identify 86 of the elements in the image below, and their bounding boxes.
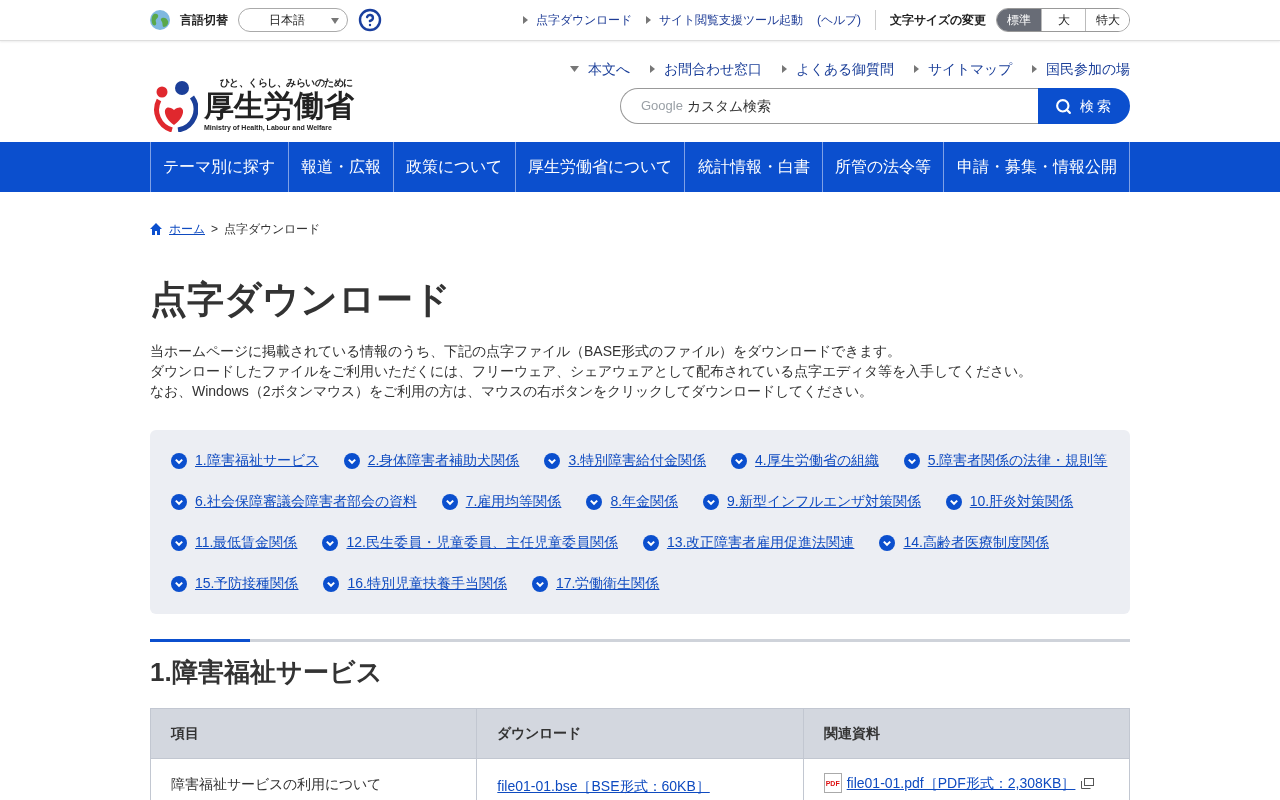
- logo-name: 厚生労働省: [204, 89, 354, 123]
- breadcrumb-separator: >: [211, 221, 218, 238]
- anchor-link[interactable]: 1.障害福祉サービス: [171, 450, 319, 471]
- anchor-link[interactable]: 15.予防接種関係: [171, 573, 299, 594]
- column-header: 項目: [150, 708, 477, 759]
- column-header: ダウンロード: [476, 708, 804, 759]
- anchor-link[interactable]: 17.労働衛生関係: [531, 573, 660, 594]
- home-icon: [150, 223, 162, 235]
- chevron-down-icon: [323, 575, 340, 592]
- nav-link[interactable]: 厚生労働省について: [514, 142, 685, 192]
- anchor-link[interactable]: 12.民生委員・児童委員、主任児童委員関係: [322, 532, 618, 553]
- chevron-down-icon: [544, 452, 561, 469]
- new-window-icon: [1081, 777, 1095, 789]
- triangle-right-icon: [650, 65, 655, 73]
- anchor-link[interactable]: 6.社会保障審議会障害者部会の資料: [171, 491, 417, 512]
- caret-down-icon: [331, 18, 339, 24]
- search-input[interactable]: カスタム検索: [686, 89, 1038, 123]
- globe-icon: [150, 10, 170, 30]
- chevron-down-icon: [171, 534, 187, 551]
- download-link[interactable]: file01-01.bse［BSE形式：60KB］: [497, 778, 710, 794]
- triangle-right-icon: [1032, 65, 1037, 73]
- nav-link[interactable]: 統計情報・白書: [684, 142, 822, 192]
- google-label: Google: [641, 97, 683, 116]
- help-link[interactable]: (ヘルプ): [817, 11, 861, 29]
- chevron-down-icon: [903, 452, 920, 469]
- triangle-right-icon: [523, 16, 528, 24]
- anchor-link[interactable]: 10.肝炎対策関係: [945, 491, 1074, 512]
- chevron-down-icon: [171, 452, 187, 469]
- search-icon: [1054, 97, 1072, 115]
- breadcrumb-current: 点字ダウンロード: [224, 221, 320, 238]
- breadcrumb-home-link[interactable]: ホーム: [150, 220, 205, 238]
- anchor-link[interactable]: 9.新型インフルエンザ対策関係: [703, 491, 921, 512]
- anchor-link[interactable]: 4.厚生労働省の組織: [731, 450, 879, 471]
- chevron-down-icon: [879, 534, 896, 551]
- utility-link[interactable]: よくある御質問: [782, 58, 894, 80]
- language-select[interactable]: 日本語: [238, 8, 348, 32]
- font-size-button[interactable]: 特大: [1085, 9, 1129, 31]
- chevron-down-icon: [322, 534, 339, 551]
- column-header: 関連資料: [803, 708, 1130, 759]
- top-link[interactable]: サイト閲覧支援ツール起動: [646, 11, 803, 29]
- anchor-link[interactable]: 16.特別児童扶養手当関係: [323, 573, 507, 594]
- anchor-link[interactable]: 7.雇用均等関係: [441, 491, 562, 512]
- chevron-down-icon: [586, 493, 603, 510]
- anchor-link[interactable]: 3.特別障害給付金関係: [544, 450, 707, 471]
- related-file-link[interactable]: file01-01.pdf［PDF形式：2,308KB］: [846, 773, 1076, 793]
- utility-link[interactable]: 本文へ: [570, 58, 630, 80]
- intro-text: なお、Windows（2ボタンマウス）をご利用の方は、マウスの右ボタンをクリックしてダウンロードしてください。: [150, 382, 874, 401]
- chevron-down-icon: [343, 452, 360, 469]
- nav-link[interactable]: 所管の法令等: [821, 142, 944, 192]
- nav-link[interactable]: 申請・募集・情報公開: [943, 142, 1130, 192]
- utility-link[interactable]: サイトマップ: [914, 58, 1012, 80]
- triangle-right-icon: [914, 65, 919, 73]
- chevron-down-icon: [531, 575, 548, 592]
- anchor-link[interactable]: 8.年金関係: [586, 491, 679, 512]
- utility-link[interactable]: お問合わせ窓口: [650, 58, 762, 80]
- anchor-link[interactable]: 14.高齢者医療制度関係: [879, 532, 1049, 553]
- anchor-link[interactable]: 2.身体障害者補助犬関係: [343, 450, 520, 471]
- logo-tagline: ひと、くらし、みらいのために: [219, 77, 353, 89]
- table-cell: 障害福祉サービスの利用について: [150, 758, 477, 800]
- help-icon[interactable]: [358, 8, 382, 32]
- font-size-label: 文字サイズの変更: [890, 12, 986, 29]
- intro-text: 当ホームページに掲載されている情報のうち、下記の点字ファイル（BASE形式のファイル）をダウンロードできます。: [150, 342, 903, 361]
- chevron-down-icon: [642, 534, 659, 551]
- search-button[interactable]: 検索: [1038, 88, 1130, 124]
- nav-link[interactable]: 報道・広報: [287, 142, 394, 192]
- top-link[interactable]: 点字ダウンロード: [523, 11, 632, 29]
- language-label: 言語切替: [180, 12, 228, 29]
- nav-link[interactable]: 政策について: [393, 142, 515, 192]
- triangle-down-icon: [570, 66, 579, 72]
- chevron-down-icon: [441, 493, 458, 510]
- chevron-down-icon: [945, 493, 962, 510]
- utility-link[interactable]: 国民参加の場: [1032, 58, 1130, 80]
- anchor-link[interactable]: 13.改正障害者雇用促進法関連: [642, 532, 855, 553]
- chevron-down-icon: [731, 452, 748, 469]
- triangle-right-icon: [646, 16, 651, 24]
- triangle-right-icon: [782, 65, 787, 73]
- section-heading: 1.障害福祉サービス: [150, 656, 384, 689]
- anchor-link[interactable]: 5.障害者関係の法律・規則等: [903, 450, 1108, 471]
- intro-text: ダウンロードしたファイルをご利用いただくには、フリーウェア、シェアウェアとして配布されている点字エディタ等を入手してください。: [150, 362, 1033, 381]
- chevron-down-icon: [171, 493, 187, 510]
- chevron-down-icon: [171, 575, 187, 592]
- font-size-button[interactable]: 標準: [997, 9, 1041, 31]
- anchor-link[interactable]: 11.最低賃金関係: [171, 532, 298, 553]
- nav-link[interactable]: テーマ別に探す: [150, 142, 288, 192]
- chevron-down-icon: [703, 493, 720, 510]
- page-title: 点字ダウンロード: [150, 278, 452, 322]
